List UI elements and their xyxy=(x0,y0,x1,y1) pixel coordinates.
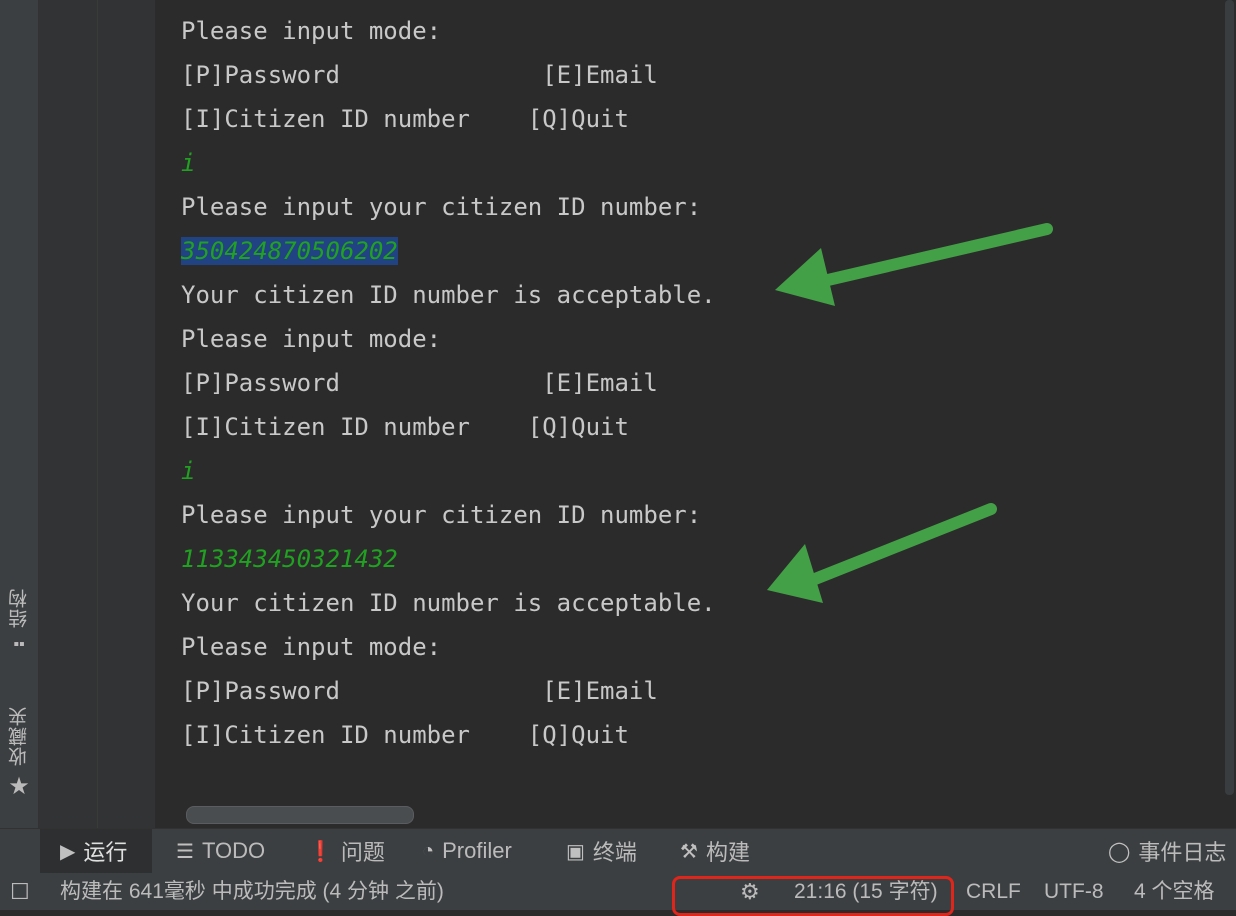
highlight-box xyxy=(672,876,954,916)
problems-tab[interactable]: ❗ 问题 xyxy=(308,829,385,873)
console-line: Your citizen ID number is acceptable. xyxy=(181,589,716,617)
status-bar: ☐ 构建在 641毫秒 中成功完成 (4 分钟 之前) ⚙ 21:16 (15 … xyxy=(0,873,1236,910)
console-line: Please input mode: xyxy=(181,17,442,45)
structure-tab[interactable]: 结构 ▪▪ xyxy=(0,588,38,654)
star-icon: ★ xyxy=(8,773,30,800)
annotation-arrow-2 xyxy=(767,503,997,603)
build-status-message[interactable]: 构建在 641毫秒 中成功完成 (4 分钟 之前) xyxy=(60,873,444,910)
line-separator[interactable]: CRLF xyxy=(966,873,1021,910)
console-line: [P]Password [E]Email xyxy=(181,61,658,89)
todo-tab-label: TODO xyxy=(201,838,266,863)
run-tab-label: 运行 xyxy=(83,840,128,865)
profiler-tab-label: Profiler xyxy=(442,838,512,863)
run-tab[interactable]: ▶ 运行 xyxy=(40,829,152,873)
selected-id-text: 350424870506202 xyxy=(181,237,398,265)
console-line: [P]Password [E]Email xyxy=(181,677,658,705)
console-input-line: i xyxy=(181,457,196,485)
console-line: [I]Citizen ID number [Q]Quit xyxy=(181,105,629,133)
profiler-icon: ◔ xyxy=(422,839,435,862)
favorites-tab-label: 收藏夹 xyxy=(8,706,30,766)
hammer-icon: ⚒ xyxy=(680,840,698,863)
console-input-line: 113343450321432 xyxy=(181,545,398,573)
structure-tab-label: 结构 xyxy=(8,588,30,628)
list-icon: ☰ xyxy=(176,840,194,863)
console-gutter xyxy=(39,0,155,828)
left-tool-strip: 结构 ▪▪ 收藏夹 ★ xyxy=(0,0,39,828)
horizontal-scrollbar[interactable] xyxy=(180,800,1220,828)
toggle-tool-windows-icon[interactable]: ☐ xyxy=(10,873,30,910)
console-line: Please input mode: xyxy=(181,325,442,353)
todo-tab[interactable]: ☰ TODO xyxy=(176,829,265,873)
vertical-scrollbar[interactable] xyxy=(1223,0,1236,828)
build-tab[interactable]: ⚒ 构建 xyxy=(680,829,750,873)
terminal-tab-label: 终端 xyxy=(592,840,637,865)
console-line: Please input your citizen ID number: xyxy=(181,193,702,221)
alert-icon: ❗ xyxy=(308,840,333,863)
console-line: [I]Citizen ID number [Q]Quit xyxy=(181,721,629,749)
console-line: Your citizen ID number is acceptable. xyxy=(181,281,716,309)
console-line: Please input your citizen ID number: xyxy=(181,501,702,529)
terminal-tab[interactable]: ▣ 终端 xyxy=(566,829,637,873)
console-line: [I]Citizen ID number [Q]Quit xyxy=(181,413,629,441)
console-line: Please input mode: xyxy=(181,633,442,661)
profiler-tab[interactable]: ◔ Profiler xyxy=(422,829,512,873)
gutter-divider xyxy=(97,0,98,828)
vertical-scrollbar-thumb[interactable] xyxy=(1225,0,1234,795)
indent-setting[interactable]: 4 个空格 xyxy=(1134,873,1215,910)
event-log-icon: ◯ xyxy=(1108,840,1131,863)
structure-icon: ▪▪ xyxy=(13,636,25,653)
console-line: [P]Password [E]Email xyxy=(181,369,658,397)
horizontal-scrollbar-thumb[interactable] xyxy=(186,806,414,824)
file-encoding[interactable]: UTF-8 xyxy=(1044,873,1104,910)
run-icon: ▶ xyxy=(60,840,76,863)
event-log-tab-label: 事件日志 xyxy=(1138,840,1227,865)
tool-window-bar: ▶ 运行 ☰ TODO ❗ 问题 ◔ Profiler ▣ 终端 ⚒ 构建 ◯ … xyxy=(0,828,1236,874)
annotation-arrow-1 xyxy=(775,223,1053,306)
favorites-tab[interactable]: 收藏夹 ★ xyxy=(0,706,38,801)
terminal-icon: ▣ xyxy=(566,840,585,863)
console-input-line: i xyxy=(181,149,196,177)
console-output[interactable]: Please input mode: [P]Password [E]Email … xyxy=(155,0,1223,828)
build-tab-label: 构建 xyxy=(705,840,750,865)
problems-tab-label: 问题 xyxy=(340,840,385,865)
console-input-selected: 350424870506202 xyxy=(181,229,398,273)
event-log-tab[interactable]: ◯ 事件日志 xyxy=(1108,829,1226,873)
